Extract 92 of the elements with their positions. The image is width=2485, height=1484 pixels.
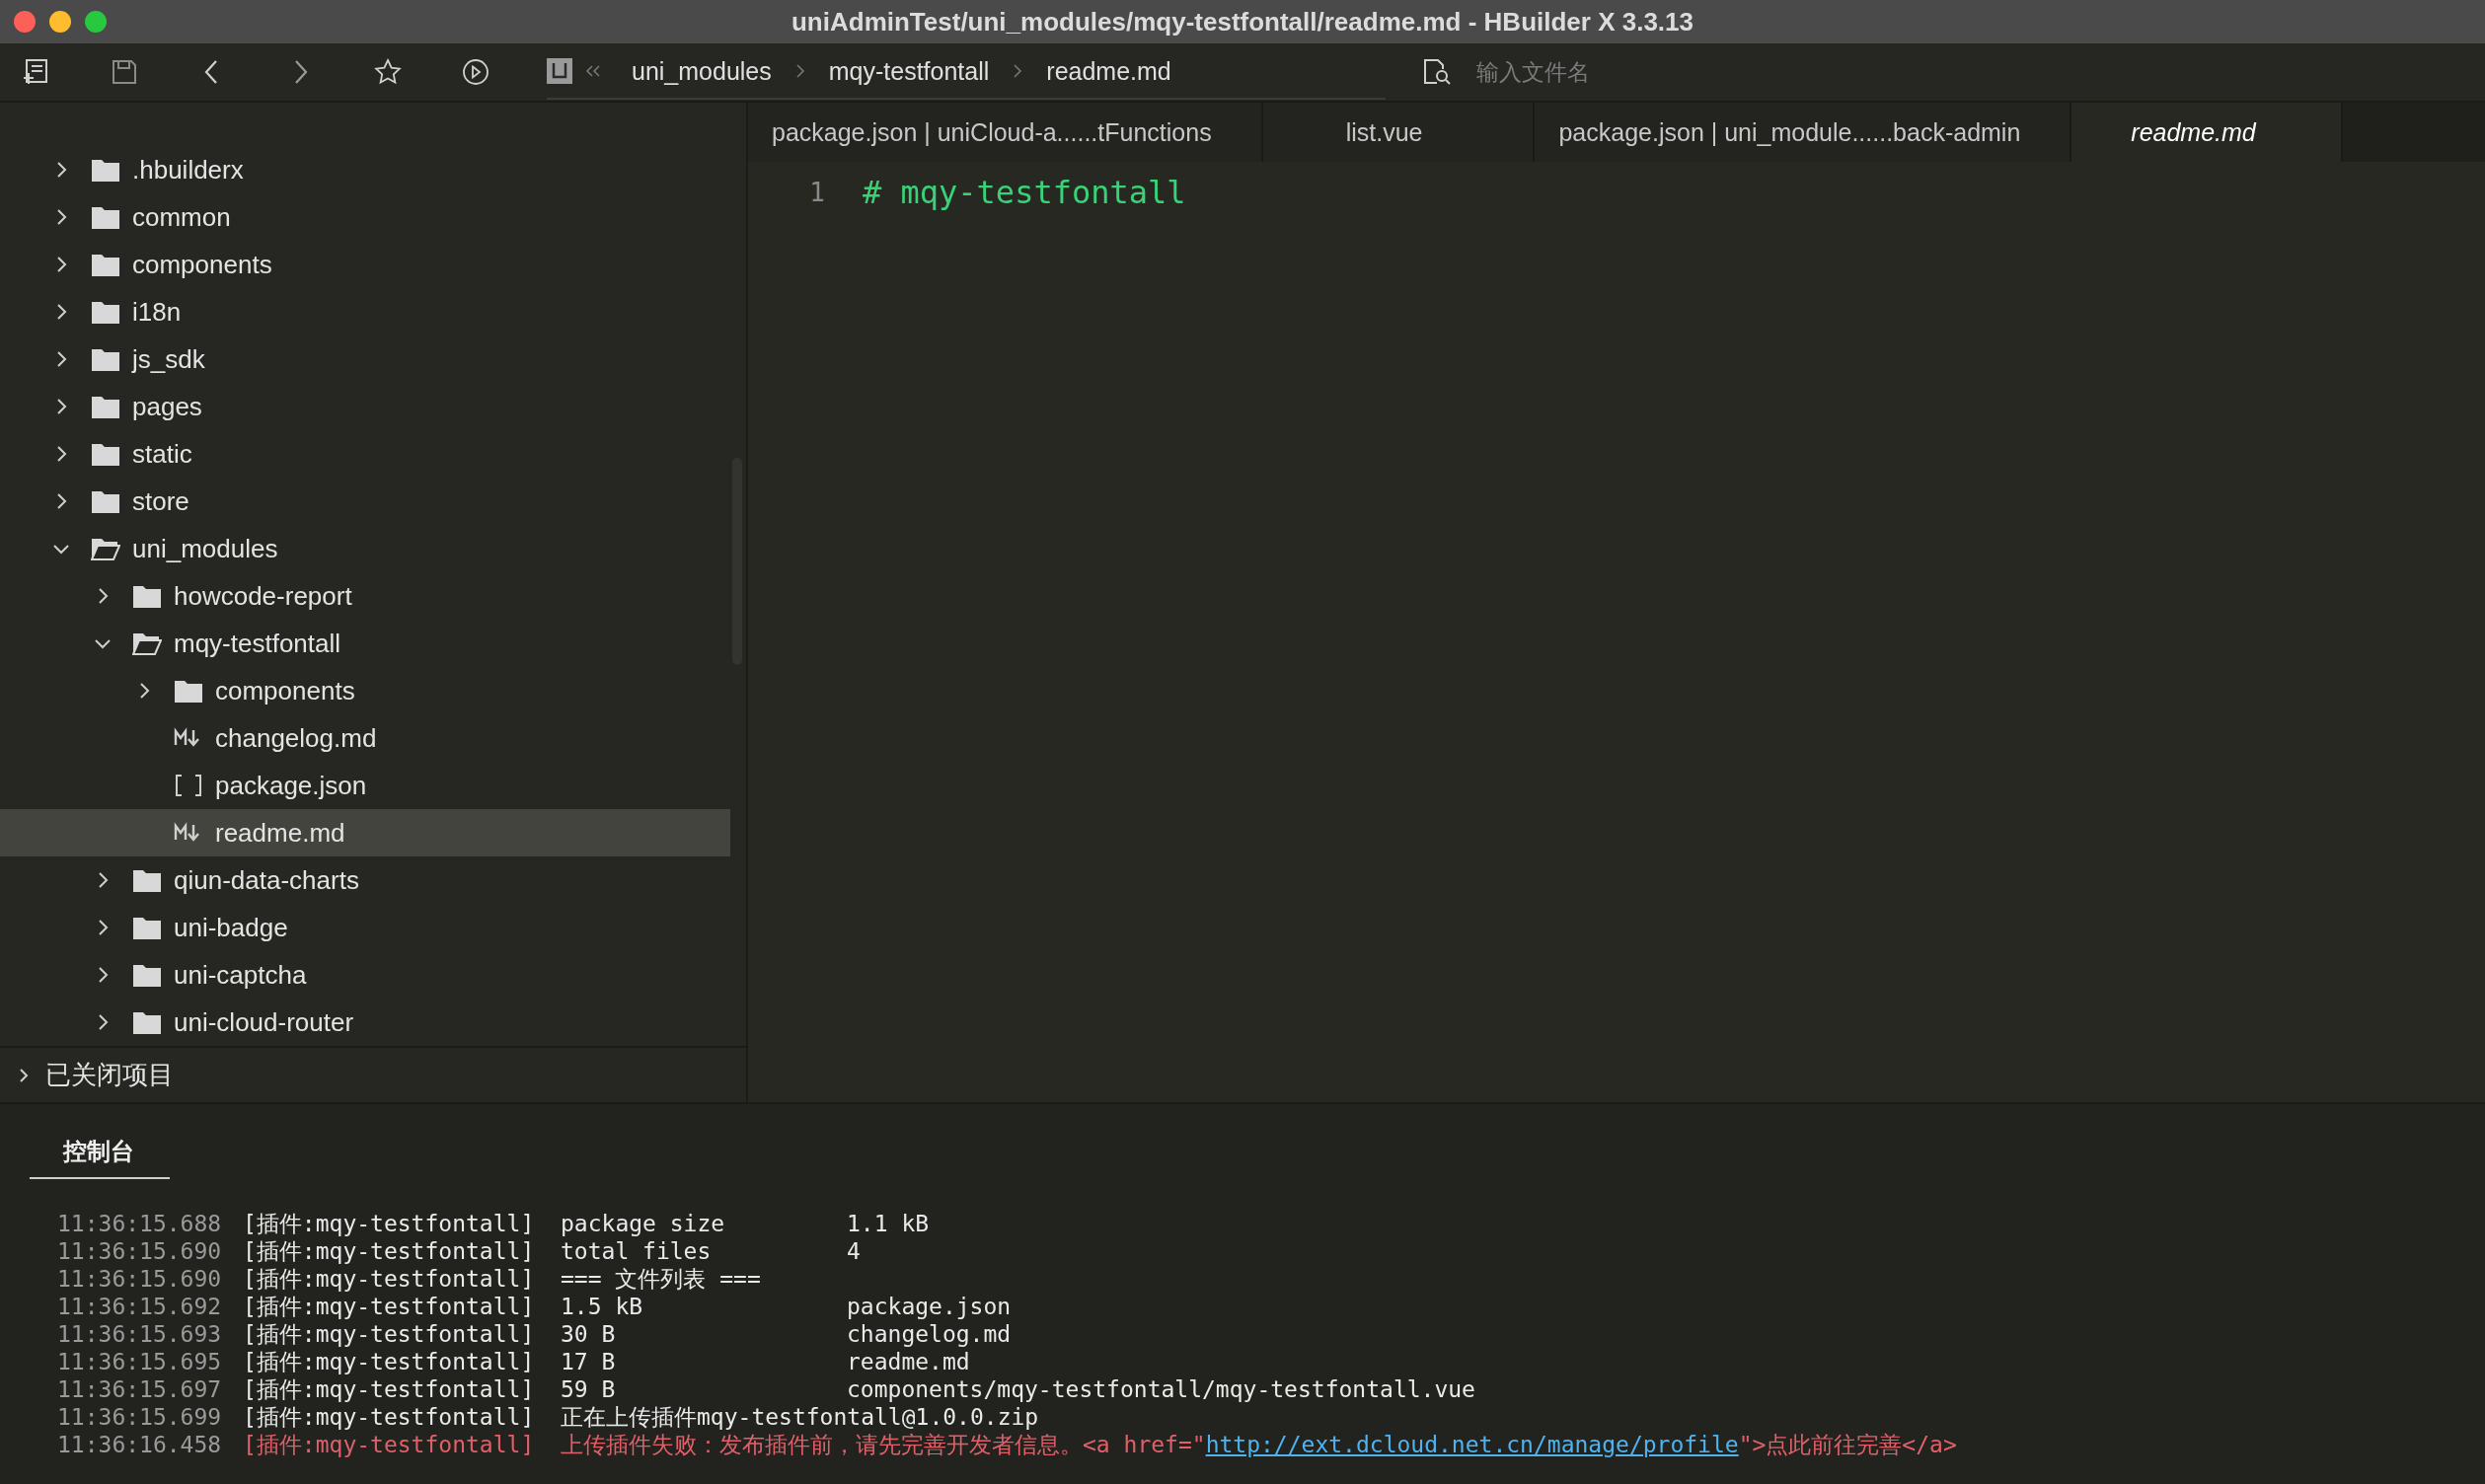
tree-item[interactable]: package.json — [0, 762, 730, 809]
tree-item[interactable]: readme.md — [0, 809, 730, 856]
log-detail: 4 — [847, 1238, 861, 1264]
editor-tab[interactable]: readme.md — [2071, 103, 2343, 162]
star-icon[interactable] — [373, 57, 403, 87]
log-detail: 1.1 kB — [847, 1211, 930, 1236]
tree-item[interactable]: uni_modules — [0, 525, 730, 572]
log-timestamp: 11:36:15.697 — [57, 1376, 222, 1402]
log-timestamp: 11:36:15.690 — [57, 1238, 222, 1264]
folder-icon — [91, 346, 120, 372]
tree-item[interactable]: store — [0, 478, 730, 525]
log-message: 上传插件失败：发布插件前，请先完善开发者信息。<a href="http://ext.dcloud.net.cn/manage/profile">点此前往完善</a> — [561, 1432, 1957, 1457]
log-detail: package.json — [847, 1294, 1012, 1319]
log-message: 正在上传插件mqy-testfontall@1.0.0.zip — [561, 1404, 1039, 1430]
log-timestamp: 11:36:15.695 — [57, 1349, 222, 1374]
window-title: uniAdminTest/uni_modules/mqy-testfontall/readme.md - HBuilder X 3.3.13 — [791, 6, 1694, 37]
log-message: 17 B — [561, 1349, 616, 1374]
search-field[interactable]: 输入文件名 — [1474, 57, 1873, 87]
tree-item[interactable]: .hbuilderx — [0, 146, 730, 193]
editor-tab[interactable]: list.vue — [1262, 103, 1536, 162]
breadcrumb-item[interactable]: uni_modules — [632, 56, 772, 86]
tree-item[interactable]: uni-captcha — [0, 951, 730, 999]
folder-icon — [91, 394, 120, 419]
folder-icon — [91, 299, 120, 325]
log-source: [插件:mqy-testfontall] — [243, 1376, 535, 1402]
tree-item[interactable]: common — [0, 193, 730, 241]
tree-item[interactable]: mqy-testfontall — [0, 620, 730, 667]
log-message: total files — [561, 1238, 712, 1264]
folder-icon — [132, 583, 162, 609]
open-folder-icon — [132, 631, 162, 656]
log-detail: readme.md — [847, 1349, 970, 1374]
line-number: 1 — [808, 178, 826, 207]
console-tab[interactable]: 控制台 — [30, 1124, 170, 1179]
brackets-icon — [174, 773, 203, 798]
code-line: # mqy-testfontall — [863, 174, 1186, 211]
log-source: [插件:mqy-testfontall] — [243, 1404, 535, 1430]
log-message: 1.5 kB — [561, 1294, 643, 1319]
tree-item[interactable]: uni-badge — [0, 904, 730, 951]
editor-tab[interactable]: package.json | uniCloud-a......tFunctions — [748, 103, 1263, 162]
tree-item[interactable]: howcode-report — [0, 572, 730, 620]
profile-link[interactable]: http://ext.dcloud.net.cn/manage/profile — [1205, 1432, 1739, 1457]
editor-tab[interactable]: package.json | uni_module......back-admin — [1535, 103, 2072, 162]
tree-item[interactable]: uni-cloud-router — [0, 999, 730, 1046]
run-icon[interactable] — [461, 57, 490, 87]
log-message: package size — [561, 1211, 725, 1236]
log-timestamp: 11:36:15.688 — [57, 1211, 222, 1236]
log-timestamp: 11:36:15.699 — [57, 1404, 222, 1430]
folder-icon — [132, 867, 162, 893]
log-message: === 文件列表 === — [561, 1266, 761, 1292]
folder-icon — [91, 252, 120, 277]
log-source: [插件:mqy-testfontall] — [243, 1266, 535, 1292]
log-detail: changelog.md — [847, 1321, 1012, 1347]
zoom-button[interactable] — [85, 11, 107, 33]
minimize-button[interactable] — [49, 11, 71, 33]
log-timestamp: 11:36:15.690 — [57, 1266, 222, 1292]
breadcrumb-item[interactable]: readme.md — [1046, 56, 1171, 86]
folder-icon — [132, 1009, 162, 1035]
open-folder-icon — [91, 536, 120, 561]
collapse-icon[interactable] — [584, 63, 602, 79]
folder-icon — [132, 915, 162, 940]
log-source: [插件:mqy-testfontall] — [243, 1321, 535, 1347]
log-message: 59 B — [561, 1376, 616, 1402]
log-timestamp: 11:36:16.458 — [57, 1432, 222, 1457]
breadcrumb-item[interactable]: mqy-testfontall — [828, 56, 990, 86]
close-button[interactable] — [14, 11, 36, 33]
tree-item[interactable]: components — [0, 667, 730, 714]
tree-item[interactable]: static — [0, 430, 730, 478]
log-source: [插件:mqy-testfontall] — [243, 1432, 535, 1457]
save-icon[interactable] — [110, 57, 139, 87]
log-source: [插件:mqy-testfontall] — [243, 1211, 535, 1236]
folder-icon — [91, 157, 120, 183]
tree-item[interactable]: pages — [0, 383, 730, 430]
tree-item[interactable]: qiun-data-charts — [0, 856, 730, 904]
log-timestamp: 11:36:15.692 — [57, 1294, 222, 1319]
search-icon — [1421, 57, 1453, 87]
log-message: 30 B — [561, 1321, 616, 1347]
log-source: [插件:mqy-testfontall] — [243, 1294, 535, 1319]
tree-item[interactable]: changelog.md — [0, 714, 730, 762]
folder-icon — [91, 204, 120, 230]
project-icon — [547, 58, 572, 84]
log-source: [插件:mqy-testfontall] — [243, 1238, 535, 1264]
tree-item[interactable]: components — [0, 241, 730, 288]
closed-projects-item[interactable]: 已关闭项目 — [0, 1046, 746, 1102]
log-source: [插件:mqy-testfontall] — [243, 1349, 535, 1374]
tree-item[interactable]: i18n — [0, 288, 730, 335]
log-detail: components/mqy-testfontall/mqy-testfontall.vue — [847, 1376, 1475, 1402]
folder-icon — [91, 488, 120, 514]
folder-icon — [174, 678, 203, 704]
log-timestamp: 11:36:15.693 — [57, 1321, 222, 1347]
folder-icon — [91, 441, 120, 467]
tree-item[interactable]: js_sdk — [0, 335, 730, 383]
folder-icon — [132, 962, 162, 988]
